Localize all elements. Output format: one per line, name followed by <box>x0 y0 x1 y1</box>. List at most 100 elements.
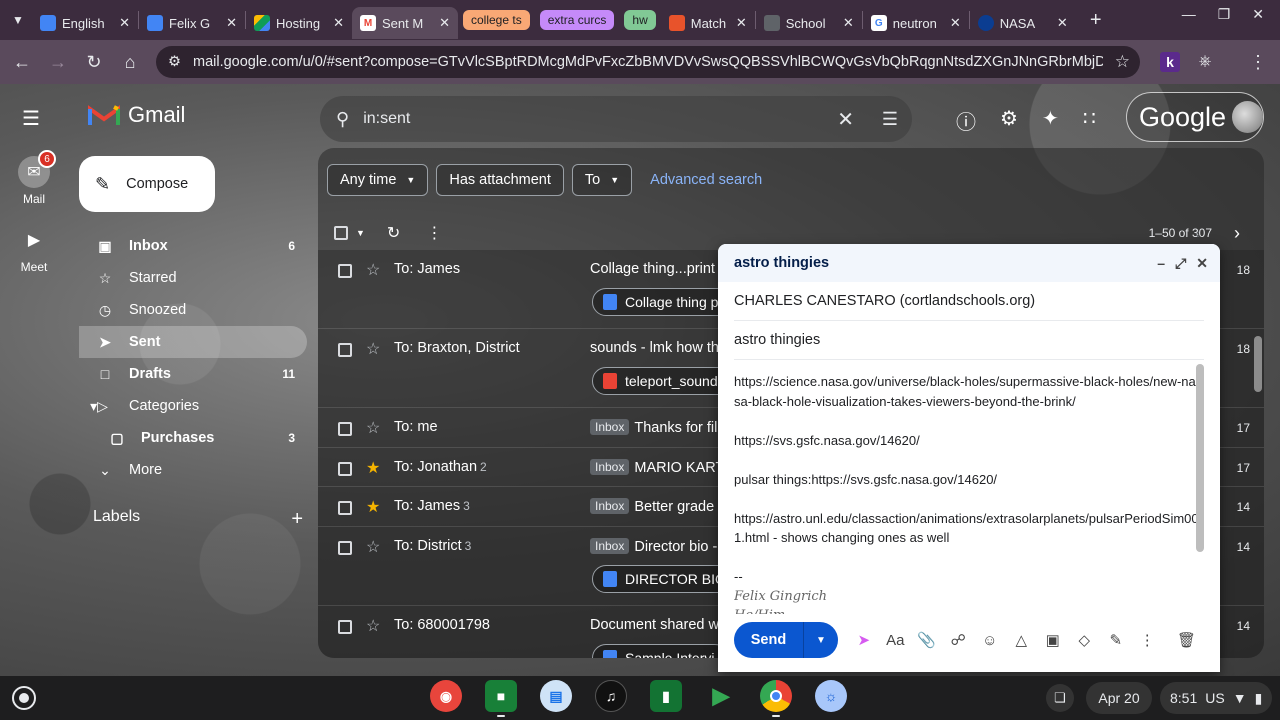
search-icon[interactable]: ⚲ <box>336 109 349 130</box>
attach-icon[interactable]: 📎 <box>911 631 943 649</box>
to-filter[interactable]: To ▼ <box>571 164 633 196</box>
star-icon[interactable]: ☆ <box>366 418 380 438</box>
menu-dots-icon[interactable]: ⋮ <box>1248 52 1268 72</box>
close-icon[interactable]: ✕ <box>1196 255 1208 272</box>
advanced-search-link[interactable]: Advanced search <box>650 172 762 188</box>
recipients-field[interactable]: CHARLES CANESTARO (cortlandschools.org) <box>734 282 1204 321</box>
discard-draft-icon[interactable]: 🗑 <box>1177 631 1196 649</box>
minimize-icon[interactable]: — <box>1182 6 1196 23</box>
files-app-icon[interactable]: ▤ <box>540 680 572 712</box>
emoji-icon[interactable]: ☺ <box>974 632 1006 649</box>
schedule-send-icon[interactable]: ▼ <box>804 622 838 658</box>
compose-button[interactable]: ✎ Compose <box>79 156 215 212</box>
tab-group-hw[interactable]: hw <box>624 10 656 30</box>
sidebar-item-inbox[interactable]: ▣ Inbox 6 <box>79 230 307 262</box>
search-bar[interactable]: ⚲ in:sent ✕ ☰ <box>320 96 912 142</box>
recipient-chip[interactable]: CHARLES CANESTARO (cortlandschools.org) <box>734 293 1035 309</box>
play-store-icon[interactable]: ▶ <box>705 680 737 712</box>
sidebar-item-snoozed[interactable]: ◷ Snoozed <box>79 294 307 326</box>
book-app-icon[interactable]: ▮ <box>650 680 682 712</box>
space-app-icon[interactable]: ☼ <box>815 680 847 712</box>
gmail-logo[interactable]: Gmail <box>88 102 185 128</box>
send-button[interactable]: Send ▼ <box>734 622 838 658</box>
close-icon[interactable]: ✕ <box>843 15 854 31</box>
more-options-icon[interactable]: ⋮ <box>1132 631 1164 649</box>
avatar[interactable] <box>1232 101 1263 133</box>
extensions-puzzle-icon[interactable]: ⎈ <box>1195 52 1215 72</box>
close-icon[interactable]: ✕ <box>1057 15 1068 31</box>
sidebar-item-sent[interactable]: ➤ Sent <box>79 326 307 358</box>
has-attachment-filter[interactable]: Has attachment <box>436 164 564 196</box>
close-icon[interactable]: ✕ <box>736 15 747 31</box>
music-app-icon[interactable]: ♫ <box>595 680 627 712</box>
row-checkbox[interactable] <box>338 540 352 555</box>
help-icon[interactable]: ⓘ <box>956 106 976 135</box>
chrome-icon[interactable] <box>760 680 792 717</box>
row-checkbox[interactable] <box>338 461 352 476</box>
add-label-icon[interactable]: + <box>291 508 303 531</box>
restore-icon[interactable]: ❐ <box>1218 6 1231 23</box>
close-icon[interactable]: ✕ <box>439 15 450 31</box>
star-icon[interactable]: ★ <box>366 497 380 517</box>
row-checkbox[interactable] <box>338 501 352 515</box>
close-icon[interactable]: ✕ <box>119 15 130 31</box>
gemini-sparkle-icon[interactable]: ✦ <box>1042 106 1059 131</box>
classroom-app-icon[interactable]: ■ <box>485 680 517 717</box>
browser-tab[interactable]: Felix G ✕ <box>139 7 245 39</box>
page-scrollbar[interactable] <box>1254 336 1262 392</box>
gemini-write-icon[interactable]: ➤ <box>848 631 880 649</box>
confidential-lock-icon[interactable]: ◇ <box>1069 631 1101 649</box>
forward-icon[interactable]: → <box>40 44 76 80</box>
refresh-icon[interactable]: ↻ <box>387 223 400 243</box>
star-icon[interactable]: ☆ <box>366 260 380 280</box>
any-time-filter[interactable]: Any time ▼ <box>327 164 429 196</box>
bookmark-star-icon[interactable]: ☆ <box>1115 52 1130 72</box>
sidebar-item-categories[interactable]: ▾▷ Categories <box>79 390 307 422</box>
paint-app-icon[interactable]: ◉ <box>430 680 462 712</box>
browser-tab-active[interactable]: M Sent M ✕ <box>352 7 458 39</box>
expand-icon[interactable]: ⤢ <box>1175 255 1186 272</box>
drive-icon[interactable]: △ <box>1006 631 1038 649</box>
back-icon[interactable]: ← <box>4 44 40 80</box>
browser-tab[interactable]: Hosting ✕ <box>246 7 352 39</box>
settings-gear-icon[interactable]: ⚙ <box>1000 106 1018 131</box>
reload-icon[interactable]: ↻ <box>76 44 112 80</box>
message-body[interactable]: https://science.nasa.gov/universe/black-… <box>734 370 1202 614</box>
sidebar-item-starred[interactable]: ☆ Starred <box>79 262 307 294</box>
main-menu-icon[interactable]: ☰ <box>22 106 40 131</box>
browser-tab[interactable]: School ✕ <box>756 7 862 39</box>
date-pill[interactable]: Apr 20 <box>1086 682 1152 714</box>
attachment-chip[interactable]: teleport_sound <box>592 367 733 395</box>
star-icon[interactable]: ☆ <box>366 339 380 359</box>
status-area[interactable]: 8:51 US ▼ ▮ <box>1160 682 1272 714</box>
formatting-icon[interactable]: Aa <box>880 632 912 649</box>
select-menu-icon[interactable]: ▼ <box>356 228 365 238</box>
rail-mail[interactable]: ✉ 6 Mail <box>0 150 68 206</box>
rail-meet[interactable]: ▶ Meet <box>0 224 68 274</box>
prev-page-icon[interactable]: ‹ <box>1195 225 1200 241</box>
close-window-icon[interactable]: ✕ <box>1252 6 1264 23</box>
subject-field[interactable]: astro thingies <box>734 321 1204 360</box>
star-icon[interactable]: ☆ <box>366 616 380 636</box>
star-icon[interactable]: ★ <box>366 458 380 478</box>
apps-grid-icon[interactable]: ∷ <box>1083 106 1096 131</box>
more-options-icon[interactable]: ⋮ <box>426 223 442 243</box>
extension-k-icon[interactable]: k <box>1160 52 1180 72</box>
compose-header[interactable]: astro thingies – ⤢ ✕ <box>718 244 1220 282</box>
tab-group-college[interactable]: college ts <box>463 10 530 30</box>
browser-tab[interactable]: Match ✕ <box>661 7 755 39</box>
search-options-icon[interactable]: ☰ <box>882 109 898 130</box>
body-scrollbar[interactable] <box>1196 364 1204 552</box>
launcher-button[interactable] <box>12 686 36 710</box>
tab-search-button[interactable]: ▼ <box>4 6 32 34</box>
row-checkbox[interactable] <box>338 343 352 357</box>
link-icon[interactable]: ☍ <box>943 631 975 649</box>
browser-tab[interactable]: G neutron ✕ <box>863 7 969 39</box>
sidebar-item-purchases[interactable]: ▢ Purchases 3 <box>79 422 307 454</box>
signature-pen-icon[interactable]: ✎ <box>1100 631 1132 649</box>
home-icon[interactable]: ⌂ <box>112 44 148 80</box>
browser-tab[interactable]: NASA ✕ <box>970 7 1076 39</box>
tab-group-extra-curcs[interactable]: extra curcs <box>539 10 615 30</box>
close-icon[interactable]: ✕ <box>333 15 344 31</box>
next-page-icon[interactable]: › <box>1234 223 1240 244</box>
